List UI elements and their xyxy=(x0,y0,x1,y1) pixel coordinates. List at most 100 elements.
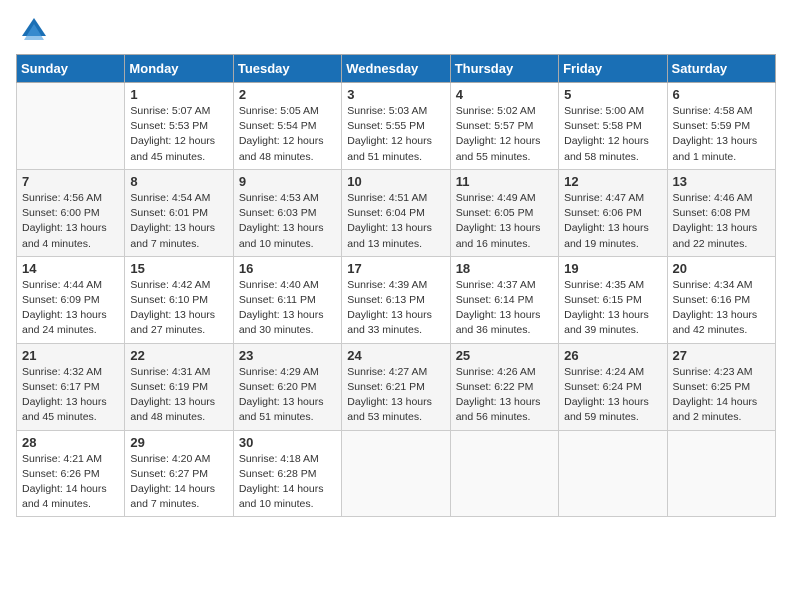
day-info: Sunrise: 5:00 AM Sunset: 5:58 PM Dayligh… xyxy=(564,104,661,165)
day-number: 16 xyxy=(239,261,336,276)
calendar-cell: 5 Sunrise: 5:00 AM Sunset: 5:58 PM Daylig… xyxy=(559,83,667,170)
day-number: 27 xyxy=(673,348,770,363)
calendar-cell: 19 Sunrise: 4:35 AM Sunset: 6:15 PM Dayli… xyxy=(559,256,667,343)
day-number: 12 xyxy=(564,174,661,189)
day-info: Sunrise: 4:21 AM Sunset: 6:26 PM Dayligh… xyxy=(22,452,119,513)
day-number: 25 xyxy=(456,348,553,363)
day-info: Sunrise: 4:27 AM Sunset: 6:21 PM Dayligh… xyxy=(347,365,444,426)
calendar-cell xyxy=(667,430,775,517)
day-number: 4 xyxy=(456,87,553,102)
calendar-cell: 23Sunrise: 4:29 AM Sunset: 6:20 PM Dayli… xyxy=(233,343,341,430)
col-thursday: Thursday xyxy=(450,55,558,83)
day-number: 17 xyxy=(347,261,444,276)
day-info: Sunrise: 4:23 AM Sunset: 6:25 PM Dayligh… xyxy=(673,365,770,426)
calendar-cell: 11Sunrise: 4:49 AM Sunset: 6:05 PM Dayli… xyxy=(450,169,558,256)
calendar-cell: 26Sunrise: 4:24 AM Sunset: 6:24 PM Dayli… xyxy=(559,343,667,430)
calendar-cell: 28 Sunrise: 4:21 AM Sunset: 6:26 PM Dayli… xyxy=(17,430,125,517)
week-row-3: 14 Sunrise: 4:44 AM Sunset: 6:09 PM Dayli… xyxy=(17,256,776,343)
day-number: 28 xyxy=(22,435,119,450)
day-info: Sunrise: 4:53 AM Sunset: 6:03 PM Dayligh… xyxy=(239,191,336,252)
day-info: Sunrise: 4:20 AM Sunset: 6:27 PM Dayligh… xyxy=(130,452,227,513)
day-number: 6 xyxy=(673,87,770,102)
day-number: 1 xyxy=(130,87,227,102)
day-info: Sunrise: 4:35 AM Sunset: 6:15 PM Dayligh… xyxy=(564,278,661,339)
day-number: 8 xyxy=(130,174,227,189)
calendar-cell: 30 Sunrise: 4:18 AM Sunset: 6:28 PM Dayli… xyxy=(233,430,341,517)
header-row: Sunday Monday Tuesday Wednesday Thursday… xyxy=(17,55,776,83)
logo-icon xyxy=(20,16,48,44)
day-info: Sunrise: 4:34 AM Sunset: 6:16 PM Dayligh… xyxy=(673,278,770,339)
calendar-cell: 18 Sunrise: 4:37 AM Sunset: 6:14 PM Dayli… xyxy=(450,256,558,343)
calendar-cell: 8 Sunrise: 4:54 AM Sunset: 6:01 PM Daylig… xyxy=(125,169,233,256)
col-wednesday: Wednesday xyxy=(342,55,450,83)
day-number: 3 xyxy=(347,87,444,102)
calendar-cell: 9 Sunrise: 4:53 AM Sunset: 6:03 PM Daylig… xyxy=(233,169,341,256)
day-number: 15 xyxy=(130,261,227,276)
calendar-cell: 25 Sunrise: 4:26 AM Sunset: 6:22 PM Dayli… xyxy=(450,343,558,430)
day-info: Sunrise: 4:56 AM Sunset: 6:00 PM Dayligh… xyxy=(22,191,119,252)
calendar-cell: 27 Sunrise: 4:23 AM Sunset: 6:25 PM Dayli… xyxy=(667,343,775,430)
day-number: 20 xyxy=(673,261,770,276)
calendar-cell: 3Sunrise: 5:03 AM Sunset: 5:55 PM Daylig… xyxy=(342,83,450,170)
calendar-cell: 17Sunrise: 4:39 AM Sunset: 6:13 PM Dayli… xyxy=(342,256,450,343)
calendar-cell: 22 Sunrise: 4:31 AM Sunset: 6:19 PM Dayli… xyxy=(125,343,233,430)
week-row-1: 1 Sunrise: 5:07 AM Sunset: 5:53 PM Daylig… xyxy=(17,83,776,170)
day-number: 30 xyxy=(239,435,336,450)
calendar-cell: 4 Sunrise: 5:02 AM Sunset: 5:57 PM Daylig… xyxy=(450,83,558,170)
calendar-cell: 13Sunrise: 4:46 AM Sunset: 6:08 PM Dayli… xyxy=(667,169,775,256)
day-info: Sunrise: 4:32 AM Sunset: 6:17 PM Dayligh… xyxy=(22,365,119,426)
day-info: Sunrise: 4:42 AM Sunset: 6:10 PM Dayligh… xyxy=(130,278,227,339)
col-monday: Monday xyxy=(125,55,233,83)
week-row-4: 21 Sunrise: 4:32 AM Sunset: 6:17 PM Dayli… xyxy=(17,343,776,430)
week-row-2: 7 Sunrise: 4:56 AM Sunset: 6:00 PM Daylig… xyxy=(17,169,776,256)
calendar-cell: 24 Sunrise: 4:27 AM Sunset: 6:21 PM Dayli… xyxy=(342,343,450,430)
calendar-cell xyxy=(17,83,125,170)
col-tuesday: Tuesday xyxy=(233,55,341,83)
calendar-cell: 21 Sunrise: 4:32 AM Sunset: 6:17 PM Dayli… xyxy=(17,343,125,430)
day-info: Sunrise: 4:51 AM Sunset: 6:04 PM Dayligh… xyxy=(347,191,444,252)
calendar-cell: 10Sunrise: 4:51 AM Sunset: 6:04 PM Dayli… xyxy=(342,169,450,256)
day-info: Sunrise: 4:44 AM Sunset: 6:09 PM Dayligh… xyxy=(22,278,119,339)
col-sunday: Sunday xyxy=(17,55,125,83)
day-info: Sunrise: 4:58 AM Sunset: 5:59 PM Dayligh… xyxy=(673,104,770,165)
day-info: Sunrise: 4:54 AM Sunset: 6:01 PM Dayligh… xyxy=(130,191,227,252)
day-info: Sunrise: 4:24 AM Sunset: 6:24 PM Dayligh… xyxy=(564,365,661,426)
header xyxy=(16,16,776,44)
day-info: Sunrise: 4:47 AM Sunset: 6:06 PM Dayligh… xyxy=(564,191,661,252)
calendar-cell: 15 Sunrise: 4:42 AM Sunset: 6:10 PM Dayli… xyxy=(125,256,233,343)
day-info: Sunrise: 5:05 AM Sunset: 5:54 PM Dayligh… xyxy=(239,104,336,165)
calendar-cell: 1 Sunrise: 5:07 AM Sunset: 5:53 PM Daylig… xyxy=(125,83,233,170)
week-row-5: 28 Sunrise: 4:21 AM Sunset: 6:26 PM Dayli… xyxy=(17,430,776,517)
day-number: 7 xyxy=(22,174,119,189)
calendar-cell xyxy=(450,430,558,517)
calendar-cell: 14 Sunrise: 4:44 AM Sunset: 6:09 PM Dayli… xyxy=(17,256,125,343)
logo xyxy=(16,16,48,44)
calendar-cell xyxy=(559,430,667,517)
calendar-cell: 2Sunrise: 5:05 AM Sunset: 5:54 PM Daylig… xyxy=(233,83,341,170)
day-number: 21 xyxy=(22,348,119,363)
day-info: Sunrise: 4:26 AM Sunset: 6:22 PM Dayligh… xyxy=(456,365,553,426)
day-number: 24 xyxy=(347,348,444,363)
calendar-cell: 20 Sunrise: 4:34 AM Sunset: 6:16 PM Dayli… xyxy=(667,256,775,343)
day-number: 19 xyxy=(564,261,661,276)
day-info: Sunrise: 4:40 AM Sunset: 6:11 PM Dayligh… xyxy=(239,278,336,339)
calendar-cell: 12 Sunrise: 4:47 AM Sunset: 6:06 PM Dayli… xyxy=(559,169,667,256)
day-info: Sunrise: 4:46 AM Sunset: 6:08 PM Dayligh… xyxy=(673,191,770,252)
day-number: 18 xyxy=(456,261,553,276)
calendar-cell: 7 Sunrise: 4:56 AM Sunset: 6:00 PM Daylig… xyxy=(17,169,125,256)
day-info: Sunrise: 4:18 AM Sunset: 6:28 PM Dayligh… xyxy=(239,452,336,513)
day-number: 22 xyxy=(130,348,227,363)
col-saturday: Saturday xyxy=(667,55,775,83)
day-number: 5 xyxy=(564,87,661,102)
day-info: Sunrise: 4:29 AM Sunset: 6:20 PM Dayligh… xyxy=(239,365,336,426)
day-info: Sunrise: 4:31 AM Sunset: 6:19 PM Dayligh… xyxy=(130,365,227,426)
day-number: 14 xyxy=(22,261,119,276)
day-info: Sunrise: 4:37 AM Sunset: 6:14 PM Dayligh… xyxy=(456,278,553,339)
day-info: Sunrise: 4:49 AM Sunset: 6:05 PM Dayligh… xyxy=(456,191,553,252)
col-friday: Friday xyxy=(559,55,667,83)
day-number: 29 xyxy=(130,435,227,450)
calendar-table: Sunday Monday Tuesday Wednesday Thursday… xyxy=(16,54,776,517)
day-number: 9 xyxy=(239,174,336,189)
day-info: Sunrise: 5:07 AM Sunset: 5:53 PM Dayligh… xyxy=(130,104,227,165)
day-info: Sunrise: 5:02 AM Sunset: 5:57 PM Dayligh… xyxy=(456,104,553,165)
